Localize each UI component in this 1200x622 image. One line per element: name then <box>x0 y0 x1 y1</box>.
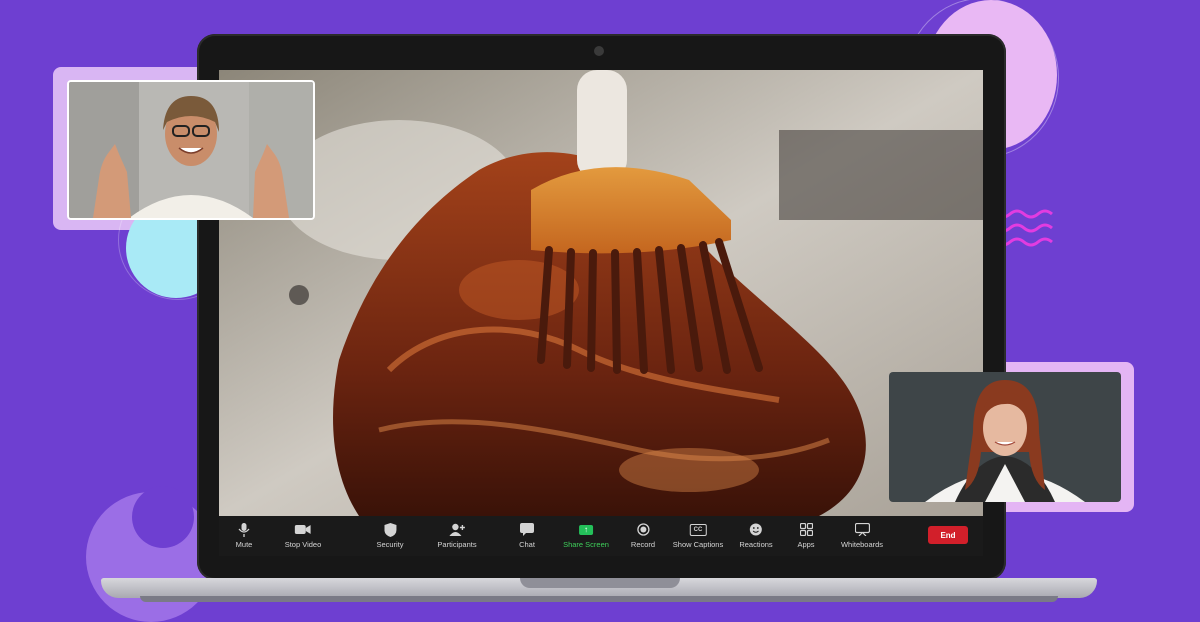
meeting-toolbar: Mute Stop Video Security Participants Ch… <box>219 516 983 556</box>
smiley-icon <box>747 522 765 537</box>
record-button[interactable]: Record <box>631 522 655 554</box>
mute-label: Mute <box>235 540 253 549</box>
stop-video-label: Stop Video <box>284 540 322 549</box>
whiteboard-icon <box>853 522 871 537</box>
captions-icon: CC <box>689 522 707 537</box>
participants-icon <box>448 522 466 537</box>
end-meeting-button[interactable]: End <box>928 526 968 544</box>
chat-button[interactable]: Chat <box>518 522 536 554</box>
show-captions-button[interactable]: CC Show Captions <box>673 522 723 554</box>
participants-button[interactable]: Participants <box>437 522 477 554</box>
decorative-blob <box>132 486 194 548</box>
reactions-label: Reactions <box>739 540 773 549</box>
apps-icon <box>797 522 815 537</box>
laptop-foot <box>140 596 1058 602</box>
security-label: Security <box>376 540 404 549</box>
stop-video-button[interactable]: Stop Video <box>284 522 322 554</box>
video-camera-icon <box>294 522 312 537</box>
security-button[interactable]: Security <box>376 522 404 554</box>
whiteboards-button[interactable]: Whiteboards <box>841 522 883 554</box>
participant-video-tile[interactable] <box>67 80 315 220</box>
apps-button[interactable]: Apps <box>797 522 815 554</box>
captions-badge: CC <box>689 523 707 536</box>
chat-label: Chat <box>519 540 535 549</box>
microphone-icon <box>235 522 253 537</box>
webcam <box>594 46 604 56</box>
participant-video-feed <box>69 82 313 218</box>
meeting-window: Mute Stop Video Security Participants Ch… <box>219 70 983 556</box>
show-captions-label: Show Captions <box>672 540 724 549</box>
participant-video-feed <box>889 372 1121 502</box>
record-label: Record <box>630 540 656 549</box>
laptop: Mute Stop Video Security Participants Ch… <box>197 34 1006 580</box>
reactions-button[interactable]: Reactions <box>739 522 773 554</box>
shield-icon <box>381 522 399 537</box>
share-screen-button[interactable]: ↑ Share Screen <box>563 522 609 554</box>
mute-button[interactable]: Mute <box>235 522 253 554</box>
participant-video-tile[interactable] <box>889 372 1121 502</box>
main-video-feed <box>219 70 983 516</box>
share-screen-label: Share Screen <box>563 540 609 549</box>
whiteboards-label: Whiteboards <box>840 540 884 549</box>
apps-label: Apps <box>797 540 815 549</box>
share-screen-icon: ↑ <box>577 522 595 537</box>
participants-label: Participants <box>437 540 477 549</box>
laptop-notch <box>520 578 680 588</box>
record-icon <box>634 522 652 537</box>
chat-bubble-icon <box>518 522 536 537</box>
